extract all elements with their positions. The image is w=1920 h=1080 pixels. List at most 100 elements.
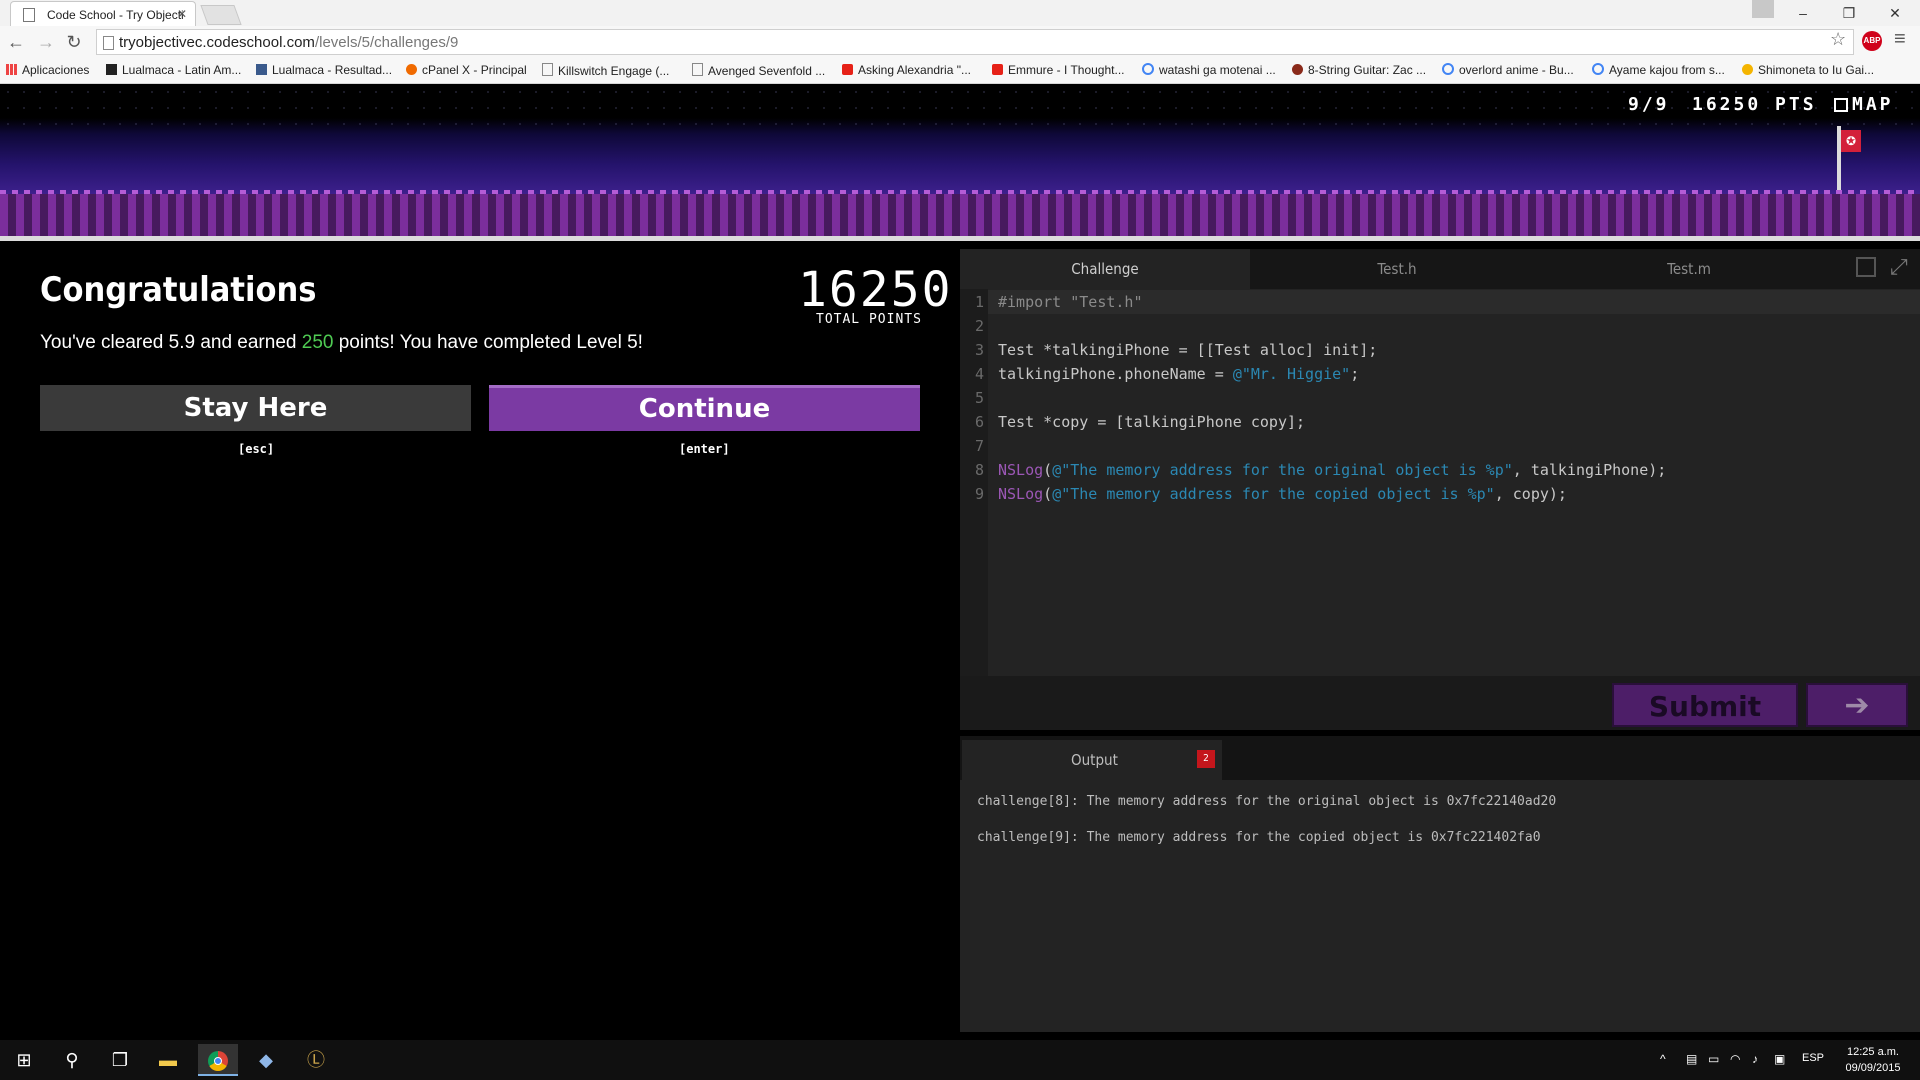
code-text: NSLog(@"The memory address for the copie…: [998, 485, 1567, 503]
map-button[interactable]: MAP: [1834, 94, 1894, 115]
hud-points: 16250 PTS: [1692, 94, 1817, 115]
bookmark-label: overlord anime - Bu...: [1459, 63, 1574, 77]
battery-icon[interactable]: ▭: [1708, 1052, 1719, 1066]
code-text: NSLog(@"The memory address for the origi…: [998, 461, 1666, 479]
bookmark-item[interactable]: Avenged Sevenfold ...: [692, 63, 825, 78]
forward-icon[interactable]: →: [34, 31, 58, 53]
restore-icon[interactable]: ❐: [1826, 0, 1872, 26]
cpanel-icon: [406, 64, 417, 75]
close-tab-icon[interactable]: ✕: [177, 7, 187, 21]
bookmark-item[interactable]: Lualmaca - Resultad...: [256, 63, 392, 77]
chrome-taskbar-icon[interactable]: [198, 1044, 238, 1076]
notification-icon[interactable]: ▣: [1774, 1052, 1785, 1066]
windows-start-icon[interactable]: ⊞: [4, 1044, 44, 1076]
code-token: ;: [1350, 365, 1360, 383]
volume-icon[interactable]: ♪: [1752, 1052, 1758, 1066]
clock-date: 09/09/2015: [1845, 1062, 1901, 1074]
code-token: Test *talkingiPhone = [[Test alloc] init…: [998, 341, 1378, 359]
close-window-icon[interactable]: ✕: [1872, 0, 1918, 26]
stay-shortcut-hint: [esc]: [238, 442, 275, 456]
league-client-icon[interactable]: Ⓛ: [296, 1044, 336, 1076]
ground: [0, 194, 1920, 236]
code-token: talkingiPhone.phoneName =: [998, 365, 1233, 383]
bookmark-label: Shimoneta to Iu Gai...: [1758, 63, 1875, 77]
tab-output[interactable]: Output 2: [962, 740, 1222, 780]
bookmark-label: Killswitch Engage (...: [558, 64, 670, 78]
language-indicator[interactable]: ESP: [1802, 1052, 1824, 1064]
bookmark-item[interactable]: Lualmaca - Latin Am...: [106, 63, 241, 77]
output-panel: [960, 780, 1920, 1032]
bookmark-label: 8-String Guitar: Zac ...: [1308, 63, 1427, 77]
page-info-icon[interactable]: [103, 36, 114, 50]
profile-icon[interactable]: [1752, 0, 1774, 18]
back-icon[interactable]: ←: [4, 31, 28, 53]
new-tab-button[interactable]: [200, 5, 242, 25]
google-icon: [1592, 63, 1604, 75]
guitar-icon: [1292, 64, 1303, 75]
bookmark-label: Ayame kajou from s...: [1609, 63, 1725, 77]
code-line: 7: [960, 437, 1920, 461]
page-icon: [23, 8, 35, 22]
bookmark-apps[interactable]: Aplicaciones: [6, 63, 89, 77]
reload-icon[interactable]: ↻: [62, 31, 86, 53]
layout-toggle-icon[interactable]: [1856, 257, 1876, 277]
bookmark-item[interactable]: Asking Alexandria "...: [842, 63, 971, 77]
minimize-icon[interactable]: –: [1780, 0, 1826, 26]
code-token: , talkingiPhone);: [1512, 461, 1667, 479]
bookmark-label: Aplicaciones: [22, 63, 90, 77]
code-text: Test *talkingiPhone = [[Test alloc] init…: [998, 341, 1377, 359]
line-number: 8: [974, 461, 984, 479]
bookmark-item[interactable]: Shimoneta to Iu Gai...: [1742, 63, 1874, 77]
map-icon: [1834, 98, 1848, 112]
bookmarks-bar: Aplicaciones Lualmaca - Latin Am... Lual…: [0, 58, 1920, 84]
fullscreen-icon[interactable]: ⤢: [1890, 254, 1908, 280]
apps-grid-icon: [6, 64, 17, 75]
tab-test-m[interactable]: Test.m: [1544, 249, 1834, 289]
code-token: Test *copy = [talkingiPhone copy];: [998, 413, 1306, 431]
address-bar[interactable]: tryobjectivec.codeschool.com/levels/5/ch…: [96, 29, 1854, 55]
adblock-icon[interactable]: ABP: [1862, 31, 1882, 51]
tray-chevron-icon[interactable]: ^: [1660, 1052, 1666, 1066]
bookmark-label: Asking Alexandria "...: [858, 63, 971, 77]
bookmark-item[interactable]: overlord anime - Bu...: [1442, 63, 1574, 77]
bookmark-label: Emmure - I Thought...: [1008, 63, 1125, 77]
submit-button[interactable]: Submit: [1612, 683, 1798, 727]
bookmark-label: cPanel X - Principal: [422, 63, 527, 77]
code-text: talkingiPhone.phoneName = @"Mr. Higgie";: [998, 365, 1359, 383]
menu-icon[interactable]: ≡: [1894, 28, 1906, 51]
bookmark-item[interactable]: Killswitch Engage (...: [542, 63, 669, 78]
earned-points: 250: [301, 332, 334, 353]
clock-time: 12:25 a.m.: [1847, 1046, 1899, 1058]
bookmark-star-icon[interactable]: ☆: [1830, 29, 1846, 50]
bookmark-label: Avenged Sevenfold ...: [708, 64, 826, 78]
search-icon[interactable]: ⚲: [52, 1044, 92, 1076]
task-view-icon[interactable]: ❐: [100, 1044, 140, 1076]
continue-button[interactable]: Continue: [489, 385, 920, 431]
bookmark-item[interactable]: cPanel X - Principal: [406, 63, 527, 77]
google-icon: [1142, 63, 1154, 75]
code-token: @"The memory address for the copied obje…: [1052, 485, 1495, 503]
browser-tab[interactable]: Code School - Try Objecti ✕: [10, 1, 196, 26]
code-token: (: [1043, 461, 1053, 479]
tab-challenge[interactable]: Challenge: [960, 249, 1250, 289]
clock[interactable]: 12:25 a.m. 09/09/2015: [1838, 1044, 1908, 1076]
bookmark-label: watashi ga motenai ...: [1159, 63, 1276, 77]
bookmark-item[interactable]: watashi ga motenai ...: [1142, 63, 1276, 77]
message-suffix: points! You have completed Level 5!: [333, 332, 643, 353]
code-line: 3 Test *talkingiPhone = [[Test alloc] ini…: [960, 341, 1920, 365]
wifi-icon[interactable]: ◠: [1730, 1052, 1740, 1066]
virtualbox-icon[interactable]: ◆: [246, 1044, 286, 1076]
tab-title: Code School - Try Objecti: [47, 8, 184, 22]
code-line: 1 #import "Test.h": [960, 293, 1920, 317]
next-arrow-button[interactable]: ➔: [1806, 683, 1908, 727]
bookmark-item[interactable]: Ayame kajou from s...: [1592, 63, 1725, 77]
line-number: 6: [974, 413, 984, 431]
bookmark-item[interactable]: 8-String Guitar: Zac ...: [1292, 63, 1426, 77]
tray-app-icon[interactable]: ▤: [1686, 1052, 1697, 1066]
bookmark-item[interactable]: Emmure - I Thought...: [992, 63, 1125, 77]
file-explorer-icon[interactable]: ▬: [148, 1044, 188, 1076]
stay-here-button[interactable]: Stay Here: [40, 385, 471, 431]
line-number: 9: [974, 485, 984, 503]
code-token: (: [1043, 485, 1053, 503]
tab-test-h[interactable]: Test.h: [1252, 249, 1542, 289]
